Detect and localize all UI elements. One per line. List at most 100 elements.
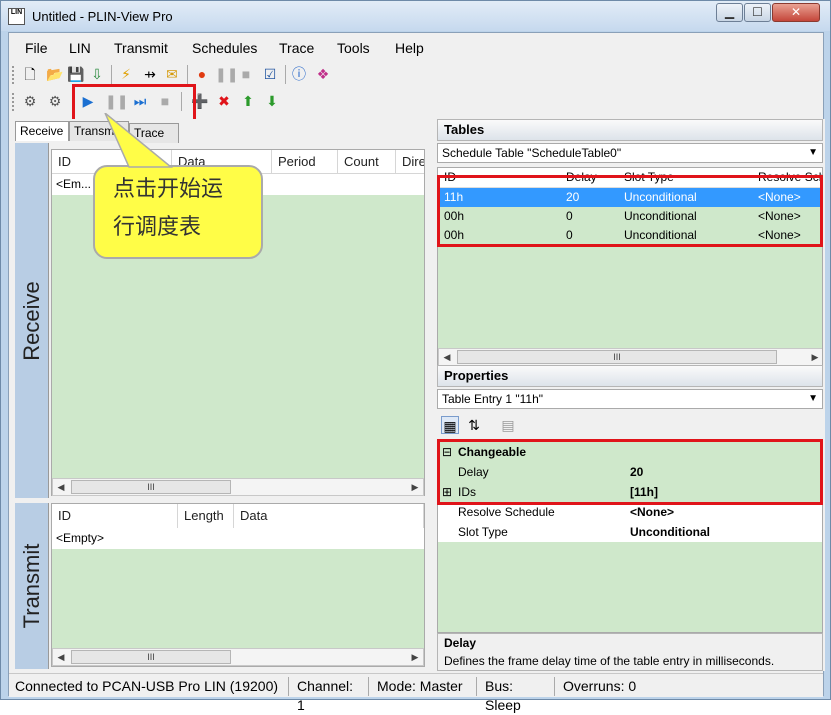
transmit-header: ID Length Data bbox=[52, 504, 424, 528]
schedule-table-select[interactable]: Schedule Table "ScheduleTable0" ▼ bbox=[437, 143, 823, 163]
receive-col-direction[interactable]: Dire bbox=[396, 150, 424, 173]
prop-name: Slot Type bbox=[458, 525, 508, 539]
disconnect-icon[interactable]: ⇸ bbox=[141, 65, 159, 83]
menu-tools[interactable]: Tools bbox=[337, 40, 370, 56]
callout-line-1: 点击开始运 bbox=[113, 177, 224, 202]
chevron-down-icon[interactable]: ▼ bbox=[808, 144, 818, 162]
maximize-button[interactable]: ☐ bbox=[744, 3, 771, 22]
status-channel: Channel: 1 bbox=[291, 677, 369, 713]
scroll-thumb[interactable]: III bbox=[457, 350, 777, 364]
config2-icon[interactable]: ⚙ bbox=[46, 92, 64, 110]
save-icon[interactable]: 💾 bbox=[67, 65, 85, 83]
status-bus: Bus: Sleep bbox=[479, 677, 555, 713]
description-title: Delay bbox=[444, 636, 477, 650]
transmit-hscroll[interactable]: ◀ III ▶ bbox=[52, 648, 424, 666]
menu-help[interactable]: Help bbox=[395, 40, 424, 56]
menu-schedules[interactable]: Schedules bbox=[192, 40, 257, 56]
window-title: Untitled - PLIN-View Pro bbox=[32, 9, 173, 24]
title-bar: LIN Untitled - PLIN-View Pro ▁ ☐ ✕ bbox=[1, 1, 830, 31]
scroll-right-icon[interactable]: ▶ bbox=[407, 649, 423, 665]
status-overruns: Overruns: 0 bbox=[563, 678, 637, 694]
properties-highlight-box bbox=[437, 439, 823, 505]
help-book-icon[interactable]: ❖ bbox=[314, 65, 332, 83]
tab-receive[interactable]: Receive bbox=[15, 121, 69, 141]
menu-trace[interactable]: Trace bbox=[279, 40, 314, 56]
prop-row-resolve-schedule[interactable]: Resolve Schedule <None> bbox=[438, 502, 822, 522]
prop-row-slot-type[interactable]: Slot Type Unconditional bbox=[438, 522, 822, 542]
folder-icon[interactable]: ✉ bbox=[163, 65, 181, 83]
property-pages-icon[interactable]: ▤ bbox=[499, 416, 517, 434]
prop-value[interactable]: Unconditional bbox=[630, 522, 710, 542]
app-icon: LIN bbox=[8, 8, 25, 25]
toolbar-grip[interactable] bbox=[12, 66, 15, 84]
receive-col-count[interactable]: Count bbox=[338, 150, 396, 173]
prop-value[interactable]: <None> bbox=[630, 502, 674, 522]
sort-az-icon[interactable]: ⇅ bbox=[465, 416, 483, 434]
transmit-grid-body bbox=[52, 549, 424, 648]
transmit-panel: Transmit ID Length Data <Empty> ◀ III ▶ bbox=[11, 501, 431, 671]
transmit-col-id[interactable]: ID bbox=[52, 504, 178, 528]
up-icon[interactable]: ⬆ bbox=[239, 92, 257, 110]
tables-panel: Tables Schedule Table "ScheduleTable0" ▼… bbox=[437, 119, 825, 369]
receive-hscroll[interactable]: ◀ III ▶ bbox=[52, 478, 424, 496]
callout-tooltip: 点击开始运 行调度表 bbox=[93, 165, 263, 259]
transmit-grid: ID Length Data <Empty> ◀ III ▶ bbox=[51, 503, 425, 667]
scroll-left-icon[interactable]: ◀ bbox=[53, 479, 69, 495]
delete-icon[interactable]: ✖ bbox=[215, 92, 233, 110]
toolbar-grip[interactable] bbox=[12, 93, 15, 111]
tables-title: Tables bbox=[437, 119, 823, 141]
open-icon[interactable]: 📂 bbox=[46, 65, 64, 83]
receive-side-label: Receive bbox=[15, 143, 49, 498]
record-icon[interactable]: ● bbox=[193, 65, 211, 83]
scroll-left-icon[interactable]: ◀ bbox=[53, 649, 69, 665]
status-bar: Connected to PCAN-USB Pro LIN (19200) Ch… bbox=[9, 673, 823, 713]
new-icon[interactable]: 🗋 bbox=[21, 65, 39, 83]
client-area: File LIN Transmit Schedules Trace Tools … bbox=[8, 32, 825, 713]
scroll-thumb[interactable]: III bbox=[71, 480, 231, 494]
categorized-icon[interactable]: ▦ bbox=[441, 416, 459, 434]
rows-highlight-box bbox=[437, 175, 823, 247]
toolbar-separator bbox=[111, 65, 112, 84]
properties-entry-value: Table Entry 1 "11h" bbox=[442, 392, 544, 406]
chevron-down-icon[interactable]: ▼ bbox=[808, 390, 818, 408]
callout-line-2: 行调度表 bbox=[113, 215, 202, 240]
app-window: LIN Untitled - PLIN-View Pro ▁ ☐ ✕ File … bbox=[0, 0, 831, 713]
prop-name: Resolve Schedule bbox=[458, 505, 555, 519]
menu-lin[interactable]: LIN bbox=[69, 40, 91, 56]
pause-icon[interactable]: ❚❚ bbox=[215, 65, 238, 83]
toolbar-separator bbox=[187, 65, 188, 84]
close-button[interactable]: ✕ bbox=[772, 3, 820, 22]
menu-file[interactable]: File bbox=[25, 40, 48, 56]
checklist-icon[interactable]: ☑ bbox=[261, 65, 279, 83]
transmit-side-label: Transmit bbox=[15, 503, 49, 669]
config-icon[interactable]: ⚙ bbox=[21, 92, 39, 110]
menu-transmit[interactable]: Transmit bbox=[114, 40, 168, 56]
callout-pointer bbox=[104, 113, 174, 168]
transmit-col-data[interactable]: Data bbox=[234, 504, 424, 528]
transmit-empty-row: <Empty> bbox=[52, 529, 424, 549]
info-icon[interactable]: ⓘ bbox=[290, 65, 308, 83]
properties-panel: Properties Table Entry 1 "11h" ▼ ▦ ⇅ ▤ ⊟… bbox=[437, 365, 825, 671]
save-as-icon[interactable]: ⇩ bbox=[88, 65, 106, 83]
schedule-table-value: Schedule Table "ScheduleTable0" bbox=[442, 146, 622, 160]
scroll-left-icon[interactable]: ◀ bbox=[439, 349, 455, 365]
receive-col-period[interactable]: Period bbox=[272, 150, 338, 173]
scroll-right-icon[interactable]: ▶ bbox=[807, 349, 822, 365]
down-icon[interactable]: ⬇ bbox=[263, 92, 281, 110]
properties-title: Properties bbox=[437, 365, 823, 387]
toolbar-separator bbox=[285, 65, 286, 84]
transmit-col-length[interactable]: Length bbox=[178, 504, 234, 528]
description-text: Defines the frame delay time of the tabl… bbox=[444, 654, 775, 668]
property-description: Delay Defines the frame delay time of th… bbox=[437, 633, 823, 671]
minimize-button[interactable]: ▁ bbox=[716, 3, 743, 22]
scroll-right-icon[interactable]: ▶ bbox=[407, 479, 423, 495]
status-connection: Connected to PCAN-USB Pro LIN (19200) bbox=[9, 677, 289, 696]
scroll-thumb[interactable]: III bbox=[71, 650, 231, 664]
menu-bar: File LIN Transmit Schedules Trace Tools … bbox=[9, 33, 823, 61]
property-grid-empty bbox=[438, 542, 822, 632]
connect-icon[interactable]: ⚡ bbox=[117, 65, 135, 83]
status-mode: Mode: Master bbox=[371, 677, 477, 696]
properties-entry-select[interactable]: Table Entry 1 "11h" ▼ bbox=[437, 389, 823, 409]
tables-hscroll[interactable]: ◀ III ▶ bbox=[438, 348, 822, 366]
stop-icon[interactable]: ■ bbox=[237, 65, 255, 83]
